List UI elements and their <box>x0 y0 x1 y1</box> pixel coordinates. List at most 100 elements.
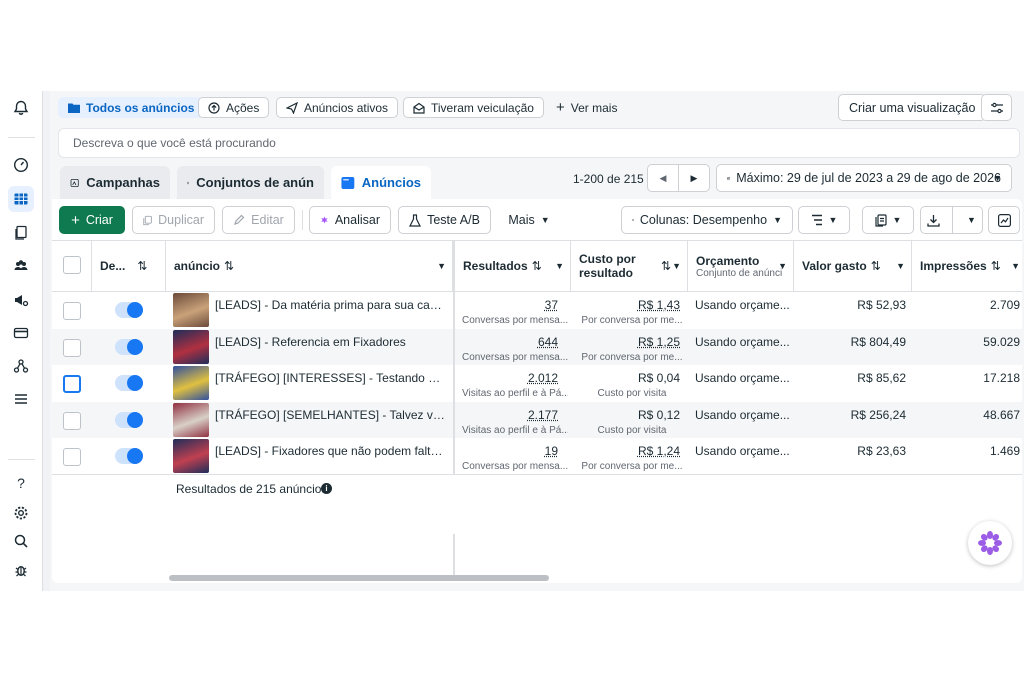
ai-assistant-button[interactable] <box>968 521 1012 565</box>
next-page-button[interactable]: ▶ <box>678 164 710 192</box>
filter-all-ads[interactable]: Todos os anúncios <box>58 97 205 118</box>
cost-cell: R$ 0,04 Custo por visita <box>571 365 688 401</box>
chevron-left-icon: ◀ <box>659 172 667 183</box>
cost-value[interactable]: R$ 0,12 <box>638 408 680 422</box>
export-dropdown[interactable]: ▼ <box>920 206 983 234</box>
header-amount-spent[interactable]: Valor gasto ⇅ ▼ <box>794 241 912 291</box>
info-icon[interactable]: i <box>321 483 332 494</box>
create-view-button[interactable]: Criar uma visualização <box>838 94 987 121</box>
filter-actions[interactable]: Ações <box>198 97 270 118</box>
charts-button[interactable] <box>988 206 1020 234</box>
ad-name[interactable]: [LEADS] - Fixadores que não podem faltar… <box>215 444 445 458</box>
results-type: Conversas por mensa... <box>462 351 568 363</box>
create-button[interactable]: + Criar <box>59 206 125 234</box>
header-cost-per-result[interactable]: Custo por resultado ⇅ ▼ <box>571 241 688 291</box>
edit-button[interactable]: Editar <box>222 206 295 234</box>
delivery-toggle[interactable] <box>115 375 143 391</box>
billing-card-icon[interactable] <box>8 320 34 346</box>
amount-spent-value: R$ 85,62 <box>857 371 906 385</box>
results-value[interactable]: 644 <box>538 335 558 349</box>
bell-icon[interactable] <box>8 95 34 121</box>
amount-spent-value: R$ 256,24 <box>850 407 906 422</box>
ad-thumbnail[interactable] <box>173 293 209 327</box>
tab-adsets-label: Conjuntos de anún <box>196 175 314 190</box>
delivery-toggle[interactable] <box>115 411 143 428</box>
breakdown-dropdown[interactable]: ▼ <box>798 206 850 234</box>
filter-settings-button[interactable] <box>981 94 1012 121</box>
search-placeholder: Descreva o que você está procurando <box>73 136 276 150</box>
help-question-icon[interactable]: ? <box>8 470 34 496</box>
cost-value[interactable]: R$ 0,04 <box>638 371 680 385</box>
results-value[interactable]: 19 <box>545 444 558 458</box>
header-impressions[interactable]: Impressões ⇅ ▼ <box>912 241 1022 291</box>
date-range-picker[interactable]: Máximo: 29 de jul de 2023 a 29 de ago de… <box>716 164 1012 192</box>
ad-thumbnail[interactable] <box>173 439 209 473</box>
toggle-knob <box>127 411 143 428</box>
prev-page-button[interactable]: ◀ <box>647 164 679 192</box>
delivery-toggle[interactable] <box>115 302 143 318</box>
edit-label: Editar <box>251 213 284 227</box>
table-row[interactable]: [LEADS] - Fixadores que não podem faltar… <box>52 438 1022 474</box>
ad-name[interactable]: [LEADS] - Referencia em Fixadores <box>215 335 445 349</box>
header-cost-label: Custo por resultado <box>579 252 636 280</box>
reports-dropdown[interactable]: ▼ <box>862 206 914 234</box>
results-value[interactable]: 2.012 <box>528 371 558 385</box>
ad-name[interactable]: [TRÁFEGO] [SEMELHANTES] - Talvez voc... <box>215 408 445 422</box>
table-row[interactable]: [TRÁFEGO] [SEMELHANTES] - Talvez voc... … <box>52 401 1022 438</box>
delivery-toggle[interactable] <box>115 448 143 464</box>
filter-delivered[interactable]: Tiveram veiculação <box>403 97 544 118</box>
delivery-toggle[interactable] <box>115 338 143 355</box>
table-row[interactable]: [TRÁFEGO] [INTERESSES] - Testando a T...… <box>52 365 1022 401</box>
ad-thumbnail[interactable] <box>173 402 209 437</box>
header-ad-name[interactable]: anúncio ⇅ ▼ <box>166 241 453 291</box>
row-checkbox[interactable] <box>63 411 81 430</box>
filter-all-ads-label: Todos os anúncios <box>86 100 195 115</box>
see-more-filters[interactable]: + Ver mais <box>546 97 627 118</box>
menu-hamburger-icon[interactable] <box>8 386 34 412</box>
caret-down-icon: ▼ <box>1011 261 1020 271</box>
results-value[interactable]: 37 <box>545 298 558 312</box>
ad-thumbnail[interactable] <box>173 366 209 400</box>
tab-campaigns[interactable]: Campanhas <box>60 166 170 199</box>
table-row[interactable]: [LEADS] - Referencia em Fixadores 644 Co… <box>52 328 1022 365</box>
network-icon[interactable] <box>8 353 34 379</box>
audiences-icon[interactable] <box>8 253 34 279</box>
header-budget[interactable]: Orçamento Conjunto de anúnci... ▼ <box>688 241 794 291</box>
header-delivery-label: De... <box>100 259 126 273</box>
row-checkbox[interactable] <box>63 302 81 320</box>
ads-table-icon[interactable] <box>8 186 34 212</box>
duplicate-button[interactable]: Duplicar <box>132 206 215 234</box>
dashboard-gauge-icon[interactable] <box>8 152 34 178</box>
ad-name[interactable]: [TRÁFEGO] [INTERESSES] - Testando a T... <box>215 371 445 385</box>
search-input[interactable]: Descreva o que você está procurando <box>58 128 1020 158</box>
filter-active-ads[interactable]: Anúncios ativos <box>276 97 399 118</box>
search-icon[interactable] <box>8 528 34 554</box>
more-dropdown[interactable]: Mais ▼ <box>499 206 559 234</box>
ad-name[interactable]: [LEADS] - Da matéria prima para sua casa… <box>215 298 445 312</box>
ab-test-button[interactable]: Teste A/B <box>398 206 491 234</box>
megaphone-icon[interactable] <box>8 287 34 313</box>
budget-value: Usando orçame... <box>695 444 790 458</box>
cost-value[interactable]: R$ 1,24 <box>638 444 680 458</box>
table-row[interactable]: [LEADS] - Da matéria prima para sua casa… <box>52 292 1022 328</box>
header-delivery[interactable]: De... ⇅ <box>92 241 166 291</box>
ad-thumbnail[interactable] <box>173 329 209 364</box>
tab-ads[interactable]: Anúncios <box>331 166 431 199</box>
analyze-button[interactable]: Analisar <box>309 206 391 234</box>
tab-adsets[interactable]: Conjuntos de anún <box>177 166 324 199</box>
columns-dropdown[interactable]: Colunas: Desempenho ▼ <box>621 206 793 234</box>
gear-icon[interactable] <box>8 500 34 526</box>
header-results[interactable]: Resultados ⇅ ▼ <box>453 241 571 291</box>
cost-value[interactable]: R$ 1,43 <box>638 298 680 312</box>
bug-icon[interactable] <box>8 557 34 583</box>
select-all-checkbox[interactable] <box>63 256 81 274</box>
pages-icon[interactable] <box>8 220 34 246</box>
horizontal-scrollbar[interactable] <box>169 575 549 581</box>
row-checkbox[interactable] <box>63 338 81 357</box>
results-type: Visitas ao perfil e à Pá... <box>462 388 568 399</box>
results-value[interactable]: 2.177 <box>528 408 558 422</box>
cost-value[interactable]: R$ 1,25 <box>638 335 680 349</box>
row-checkbox[interactable] <box>63 375 81 393</box>
cost-cell: R$ 0,12 Custo por visita <box>571 402 688 438</box>
row-checkbox[interactable] <box>63 448 81 466</box>
